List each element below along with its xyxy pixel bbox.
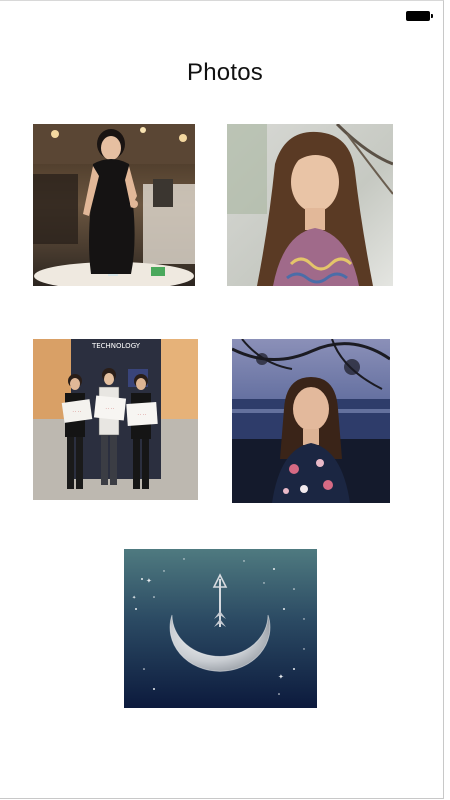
photo-thumbnail-2[interactable] [227, 124, 393, 286]
photo-thumbnail-3[interactable]: TECHNOLOGY · · · · · · · · · · · · [33, 339, 198, 500]
moon-arrow-icon: ✦ ✦ ✦ [124, 549, 317, 708]
photo-thumbnail-4[interactable] [232, 339, 390, 503]
crescent-moon-logo-image[interactable]: ✦ ✦ ✦ [124, 549, 317, 708]
photo-thumbnail-1[interactable] [33, 124, 195, 286]
svg-text:✦: ✦ [146, 577, 152, 585]
photo-image: TECHNOLOGY · · · · · · · · · · · · [33, 339, 198, 500]
svg-text:· · · ·: · · · · [138, 412, 147, 417]
svg-text:· · · ·: · · · · [73, 409, 82, 414]
photo-image [227, 124, 393, 286]
battery-icon [406, 11, 433, 21]
svg-text:✦: ✦ [132, 595, 136, 601]
svg-text:✦: ✦ [278, 673, 284, 681]
page-title: Photos [187, 59, 263, 86]
photo-image [232, 339, 390, 503]
app-screen: Photos TECHNOLOGY · · · · · · · · · · · … [0, 0, 444, 799]
svg-text:· · · ·: · · · · [106, 406, 115, 411]
banner-text: TECHNOLOGY [91, 342, 141, 350]
photo-image [33, 124, 195, 286]
